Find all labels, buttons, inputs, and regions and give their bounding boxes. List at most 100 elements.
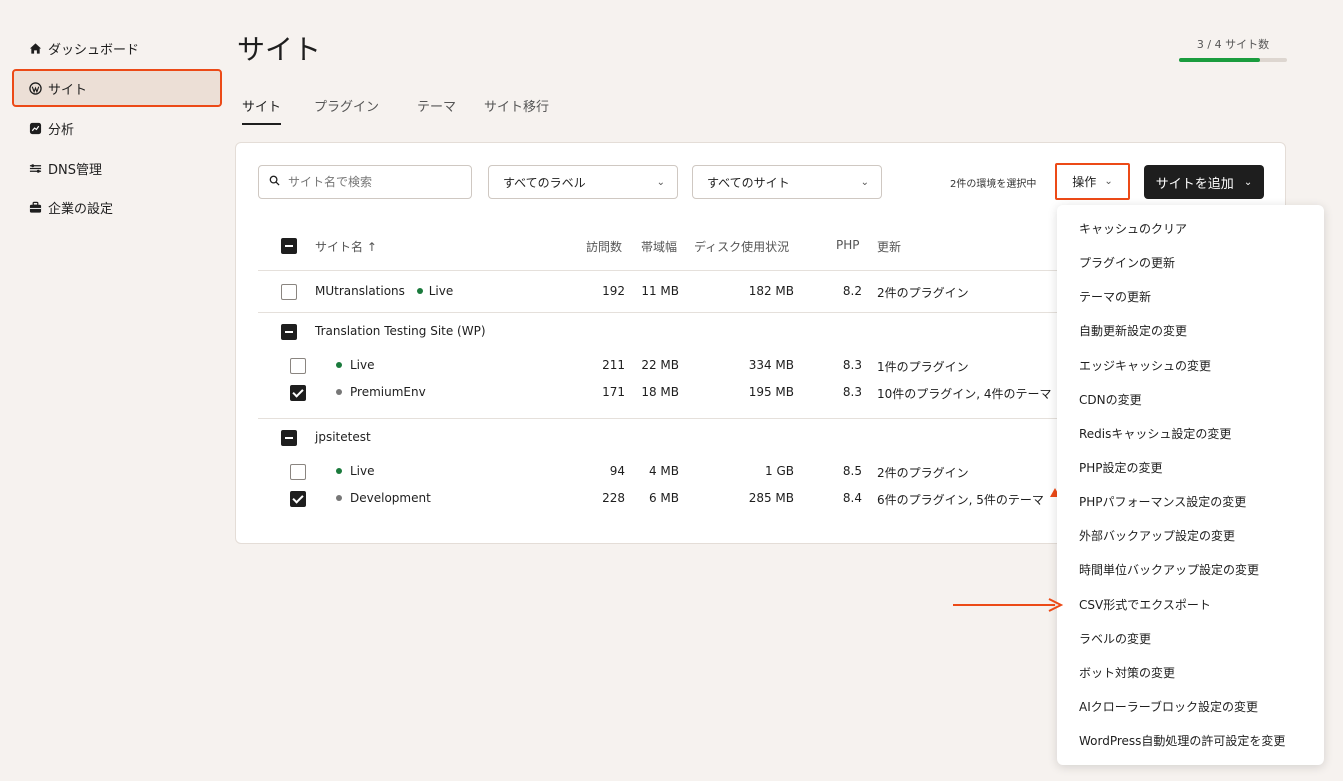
- tab-themes[interactable]: テーマ: [417, 96, 456, 123]
- php-value: 8.2: [842, 284, 862, 298]
- annotation-arrow-icon: [953, 598, 1064, 612]
- menu-item-labels[interactable]: ラベルの変更: [1079, 630, 1151, 647]
- search-input[interactable]: [286, 174, 460, 190]
- env-status-dot: [336, 388, 342, 395]
- php-value: 8.4: [842, 491, 862, 505]
- env-name: Live: [350, 464, 375, 478]
- site-usage: 3 / 4 サイト数: [1179, 36, 1287, 62]
- site-group-name[interactable]: Translation Testing Site (WP): [315, 324, 486, 338]
- tab-plugins[interactable]: プラグイン: [314, 96, 379, 123]
- visits-value: 94: [609, 464, 625, 478]
- menu-item-hourly-backup[interactable]: 時間単位バックアップ設定の変更: [1079, 561, 1259, 578]
- menu-item-edge-cache[interactable]: エッジキャッシュの変更: [1079, 357, 1211, 374]
- chevron-down-icon: ⌄: [860, 176, 869, 188]
- table-row[interactable]: Development: [336, 491, 431, 505]
- disk-value: 334 MB: [748, 358, 794, 372]
- dns-icon: [28, 161, 42, 175]
- sidebar-item-sites[interactable]: サイト: [12, 69, 222, 107]
- sidebar-item-dashboard[interactable]: ダッシュボード: [14, 31, 220, 65]
- site-usage-fill: [1179, 58, 1260, 62]
- table-row[interactable]: Live: [336, 464, 375, 478]
- row-checkbox[interactable]: [290, 491, 306, 507]
- disk-value: 285 MB: [748, 491, 794, 505]
- page-title: サイト: [237, 33, 322, 66]
- updates-value[interactable]: 1件のプラグイン: [877, 358, 969, 375]
- menu-item-redis-cache[interactable]: Redisキャッシュ設定の変更: [1079, 425, 1231, 442]
- bandwidth-value: 11 MB: [641, 284, 679, 298]
- visits-value: 228: [602, 491, 625, 505]
- sidebar-item-label: 企業の設定: [48, 201, 114, 217]
- analytics-icon: [28, 121, 42, 135]
- menu-item-php-performance[interactable]: PHPパフォーマンス設定の変更: [1079, 493, 1246, 510]
- sidebar-item-label: DNS管理: [48, 162, 102, 178]
- tab-sites[interactable]: サイト: [242, 96, 282, 125]
- column-header-visits[interactable]: 訪問数: [586, 238, 622, 255]
- search-box[interactable]: [258, 165, 472, 199]
- row-checkbox[interactable]: [290, 464, 306, 480]
- sidebar-item-label: 分析: [48, 122, 75, 138]
- sidebar-item-analytics[interactable]: 分析: [14, 111, 220, 145]
- menu-item-wordpress-automation[interactable]: WordPress自動処理の許可設定を変更: [1079, 732, 1285, 749]
- column-header-site[interactable]: サイト名 ↑: [315, 238, 377, 255]
- add-site-label: サイトを追加: [1155, 176, 1234, 192]
- site-usage-text: 3 / 4 サイト数: [1196, 38, 1270, 51]
- selected-count: 2件の環境を選択中: [950, 179, 1037, 190]
- env-status-dot: [336, 494, 342, 501]
- menu-item-cdn[interactable]: CDNの変更: [1079, 391, 1142, 408]
- updates-value[interactable]: 2件のプラグイン: [877, 464, 969, 481]
- table-row[interactable]: PremiumEnv: [336, 385, 426, 399]
- visits-value: 211: [602, 358, 625, 372]
- tab-site-migration[interactable]: サイト移行: [484, 96, 549, 123]
- menu-item-external-backup[interactable]: 外部バックアップ設定の変更: [1079, 527, 1235, 544]
- live-status-dot: [416, 287, 423, 294]
- menu-item-php-settings[interactable]: PHP設定の変更: [1079, 459, 1163, 476]
- column-header-updates[interactable]: 更新: [877, 238, 901, 255]
- updates-value[interactable]: 2件のプラグイン: [877, 284, 969, 301]
- sidebar-item-label: ダッシュボード: [48, 42, 140, 58]
- row-checkbox[interactable]: [281, 284, 297, 300]
- divider: [258, 312, 1058, 313]
- menu-item-ai-crawler-block[interactable]: AIクローラーブロック設定の変更: [1079, 698, 1258, 715]
- operations-button[interactable]: 操作 ⌄: [1055, 163, 1130, 200]
- column-header-disk[interactable]: ディスク使用状況: [694, 238, 789, 255]
- table-row[interactable]: Live: [336, 358, 375, 372]
- group-checkbox[interactable]: [281, 324, 297, 340]
- updates-value[interactable]: 10件のプラグイン, 4件のテーマ: [877, 385, 1055, 402]
- add-site-button[interactable]: サイトを追加 ⌄: [1144, 165, 1264, 199]
- menu-item-clear-cache[interactable]: キャッシュのクリア: [1079, 220, 1187, 237]
- env-name: Live: [428, 284, 454, 298]
- row-checkbox[interactable]: [290, 385, 306, 401]
- column-header-bandwidth[interactable]: 帯域幅: [641, 238, 677, 255]
- divider: [258, 418, 1058, 419]
- menu-item-update-plugins[interactable]: プラグインの更新: [1079, 254, 1175, 271]
- menu-item-export-csv[interactable]: CSV形式でエクスポート: [1079, 596, 1211, 613]
- site-filter-select[interactable]: すべてのサイト ⌄: [692, 165, 882, 199]
- column-header-php[interactable]: PHP: [836, 238, 860, 252]
- label-filter-select[interactable]: すべてのラベル ⌄: [488, 165, 678, 199]
- menu-item-auto-update-settings[interactable]: 自動更新設定の変更: [1079, 322, 1187, 339]
- bandwidth-value: 6 MB: [648, 491, 679, 505]
- updates-value[interactable]: 6件のプラグイン, 5件のテーマ: [877, 491, 1047, 508]
- home-icon: [28, 41, 42, 55]
- menu-item-bot-protection[interactable]: ボット対策の変更: [1079, 664, 1175, 681]
- select-all-checkbox[interactable]: [281, 238, 297, 254]
- row-checkbox[interactable]: [290, 358, 306, 374]
- chevron-down-icon: ⌄: [1243, 176, 1253, 188]
- sidebar-item-label: サイト: [48, 82, 88, 98]
- sidebar-item-dns[interactable]: DNS管理: [14, 151, 220, 185]
- sidebar-item-company-settings[interactable]: 企業の設定: [14, 190, 220, 224]
- group-checkbox[interactable]: [281, 430, 297, 446]
- table-row[interactable]: MUtranslations Live: [315, 284, 453, 298]
- visits-value: 192: [602, 284, 625, 298]
- bandwidth-value: 22 MB: [641, 358, 679, 372]
- bandwidth-value: 4 MB: [648, 464, 679, 478]
- site-group-name[interactable]: jpsitetest: [315, 430, 371, 444]
- site-name: MUtranslations: [315, 284, 405, 298]
- site-usage-bar: [1179, 58, 1287, 62]
- menu-item-update-themes[interactable]: テーマの更新: [1079, 288, 1151, 305]
- env-name: PremiumEnv: [350, 385, 426, 399]
- label-filter-value: すべてのラベル: [503, 175, 586, 190]
- chevron-down-icon: ⌄: [656, 176, 665, 188]
- live-status-dot: [336, 361, 342, 368]
- disk-value: 1 GB: [765, 464, 794, 478]
